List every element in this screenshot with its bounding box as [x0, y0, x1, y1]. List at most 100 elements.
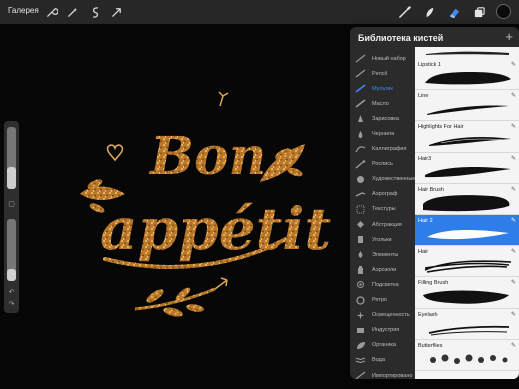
lettering-line-1: Bon [148, 126, 266, 187]
ink-drop-icon [355, 130, 366, 139]
brush-stroke-preview [427, 105, 509, 116]
color-picker-button[interactable] [496, 4, 511, 19]
elements-icon [355, 250, 366, 259]
set-item-textures[interactable]: Текстуры [350, 202, 415, 217]
opacity-slider[interactable] [7, 219, 16, 281]
pencil-icon: ✎ [510, 280, 516, 287]
set-item-luminance[interactable]: Освещенность [350, 308, 415, 323]
brush-list-top-preview [415, 47, 519, 59]
gallery-button[interactable]: Галерея [8, 6, 39, 15]
pencil-icon: ✎ [510, 155, 516, 162]
brush-list: Lipstick 1 ✎ Line ✎ Highlights For Hair … [415, 47, 519, 379]
brush-item-eyelash[interactable]: Eyelash ✎ [415, 309, 519, 340]
cartoon-brush-icon [355, 84, 366, 93]
retro-icon [355, 295, 366, 305]
pencil-icon: ✎ [510, 249, 516, 256]
pen-icon [355, 54, 366, 63]
set-item-new[interactable]: Новый набор [350, 51, 415, 66]
set-item-charcoal[interactable]: Угольки [350, 232, 415, 247]
calligraphy-icon [355, 145, 366, 154]
heart-icon [106, 144, 124, 162]
sparkle-icon [355, 311, 366, 320]
top-toolbar: Галерея [0, 0, 519, 24]
brush-stroke-preview [429, 137, 511, 147]
brush-item-hair[interactable]: Hair ✎ [415, 246, 519, 278]
modify-button[interactable]: ▢ [7, 199, 16, 208]
artistic-icon [355, 175, 366, 184]
brush-stroke-preview [425, 166, 511, 177]
brush-stroke-preview [423, 194, 510, 211]
selection-icon[interactable] [86, 3, 104, 21]
set-item-organic[interactable]: Органика [350, 338, 415, 353]
pencil-icon: ✎ [510, 62, 516, 68]
brush-stroke-preview [424, 260, 512, 273]
leaf-icon [355, 341, 366, 350]
set-item-cartoon[interactable]: Мультик [350, 81, 415, 96]
brush-item-hair-brush[interactable]: Hair Brush ✎ [415, 184, 519, 215]
set-item-airbrush[interactable]: Аэрограф [350, 187, 415, 202]
pencil-icon: ✎ [510, 311, 516, 318]
spray-can-icon [355, 265, 366, 275]
set-item-ink[interactable]: Чернила [350, 126, 415, 141]
side-rail: ▢ ↶ ↷ [4, 121, 19, 313]
pencil-icon: ✎ [510, 217, 516, 224]
set-item-oil[interactable]: Масло [350, 96, 415, 111]
opacity-level [7, 268, 16, 281]
undo-button[interactable]: ↶ [7, 287, 16, 296]
brush-item-hair-2[interactable]: Hair 2 ✎ [415, 214, 519, 247]
water-icon [355, 356, 366, 365]
move-icon[interactable] [107, 3, 125, 21]
abstract-icon [355, 220, 366, 229]
wrench-icon[interactable] [42, 3, 60, 21]
brush-stroke-preview [428, 325, 510, 335]
airbrush-icon [355, 190, 366, 199]
pencil-icon: ✎ [510, 342, 516, 349]
set-item-pencil[interactable]: Pencil [350, 66, 415, 81]
brush-item-butterflies[interactable]: Butterflies ✎ [415, 340, 519, 371]
brush-item-filling[interactable]: Filling Brush ✎ [415, 277, 519, 309]
set-item-water[interactable]: Вода [350, 353, 415, 368]
sketch-icon [355, 114, 366, 123]
brush-set-list: Новый набор Pencil Мультик Масло Зарисов… [350, 51, 415, 379]
brush-item-hair3[interactable]: Hair3 ✎ [415, 153, 519, 184]
set-item-artistic[interactable]: Художественные [350, 172, 415, 187]
pencil-icon: ✎ [510, 124, 516, 131]
brush-size-slider[interactable] [7, 127, 16, 189]
brush-stroke-preview [425, 72, 511, 85]
brush-item-highlights-hair[interactable]: Highlights For Hair ✎ [415, 121, 519, 153]
paint-brush-icon [355, 159, 366, 169]
set-item-industrial[interactable]: Индустрия [350, 323, 415, 338]
set-item-retro[interactable]: Ретро [350, 293, 415, 308]
smudge-icon[interactable] [420, 3, 438, 21]
set-item-highlight[interactable]: Подсветка [350, 277, 415, 292]
add-set-button[interactable]: + [505, 29, 513, 44]
set-item-elements[interactable]: Элементы [350, 247, 415, 262]
magic-wand-icon[interactable] [63, 3, 81, 21]
pencil-icon: ✎ [510, 186, 516, 193]
layers-icon[interactable] [470, 3, 488, 21]
arrow-mark [214, 277, 228, 290]
texture-icon [355, 205, 366, 214]
import-icon [355, 371, 366, 379]
set-item-calligraphy[interactable]: Каллиграфия [350, 142, 415, 157]
brush-icon[interactable] [395, 3, 413, 21]
brush-library-panel: Библиотека кистей + Новый набор Pencil М… [350, 27, 519, 379]
eraser-icon[interactable] [445, 3, 463, 21]
brush-stroke-preview [423, 290, 509, 305]
lettering-artwork: Bon appétit [80, 91, 331, 317]
industrial-icon [355, 326, 366, 335]
panel-title: Библиотека кистей [358, 33, 444, 43]
leaf-branch-bottom [134, 287, 216, 317]
set-item-spray[interactable]: Аэрозоли [350, 262, 415, 277]
set-item-sketch[interactable]: Зарисовка [350, 111, 415, 126]
brush-item-lipstick[interactable]: Lipstick 1 ✎ [415, 59, 519, 91]
set-item-imported[interactable]: Импортировано [350, 368, 415, 379]
redo-button[interactable]: ↷ [7, 299, 16, 308]
set-item-painting[interactable]: Роспись [350, 157, 415, 172]
brush-item-line[interactable]: Line ✎ [415, 90, 519, 122]
charcoal-icon [355, 235, 366, 244]
brush-stroke-preview [430, 354, 508, 364]
highlight-icon [355, 280, 366, 289]
pencil-icon [355, 69, 366, 78]
set-item-abstract[interactable]: Абстракция [350, 217, 415, 232]
